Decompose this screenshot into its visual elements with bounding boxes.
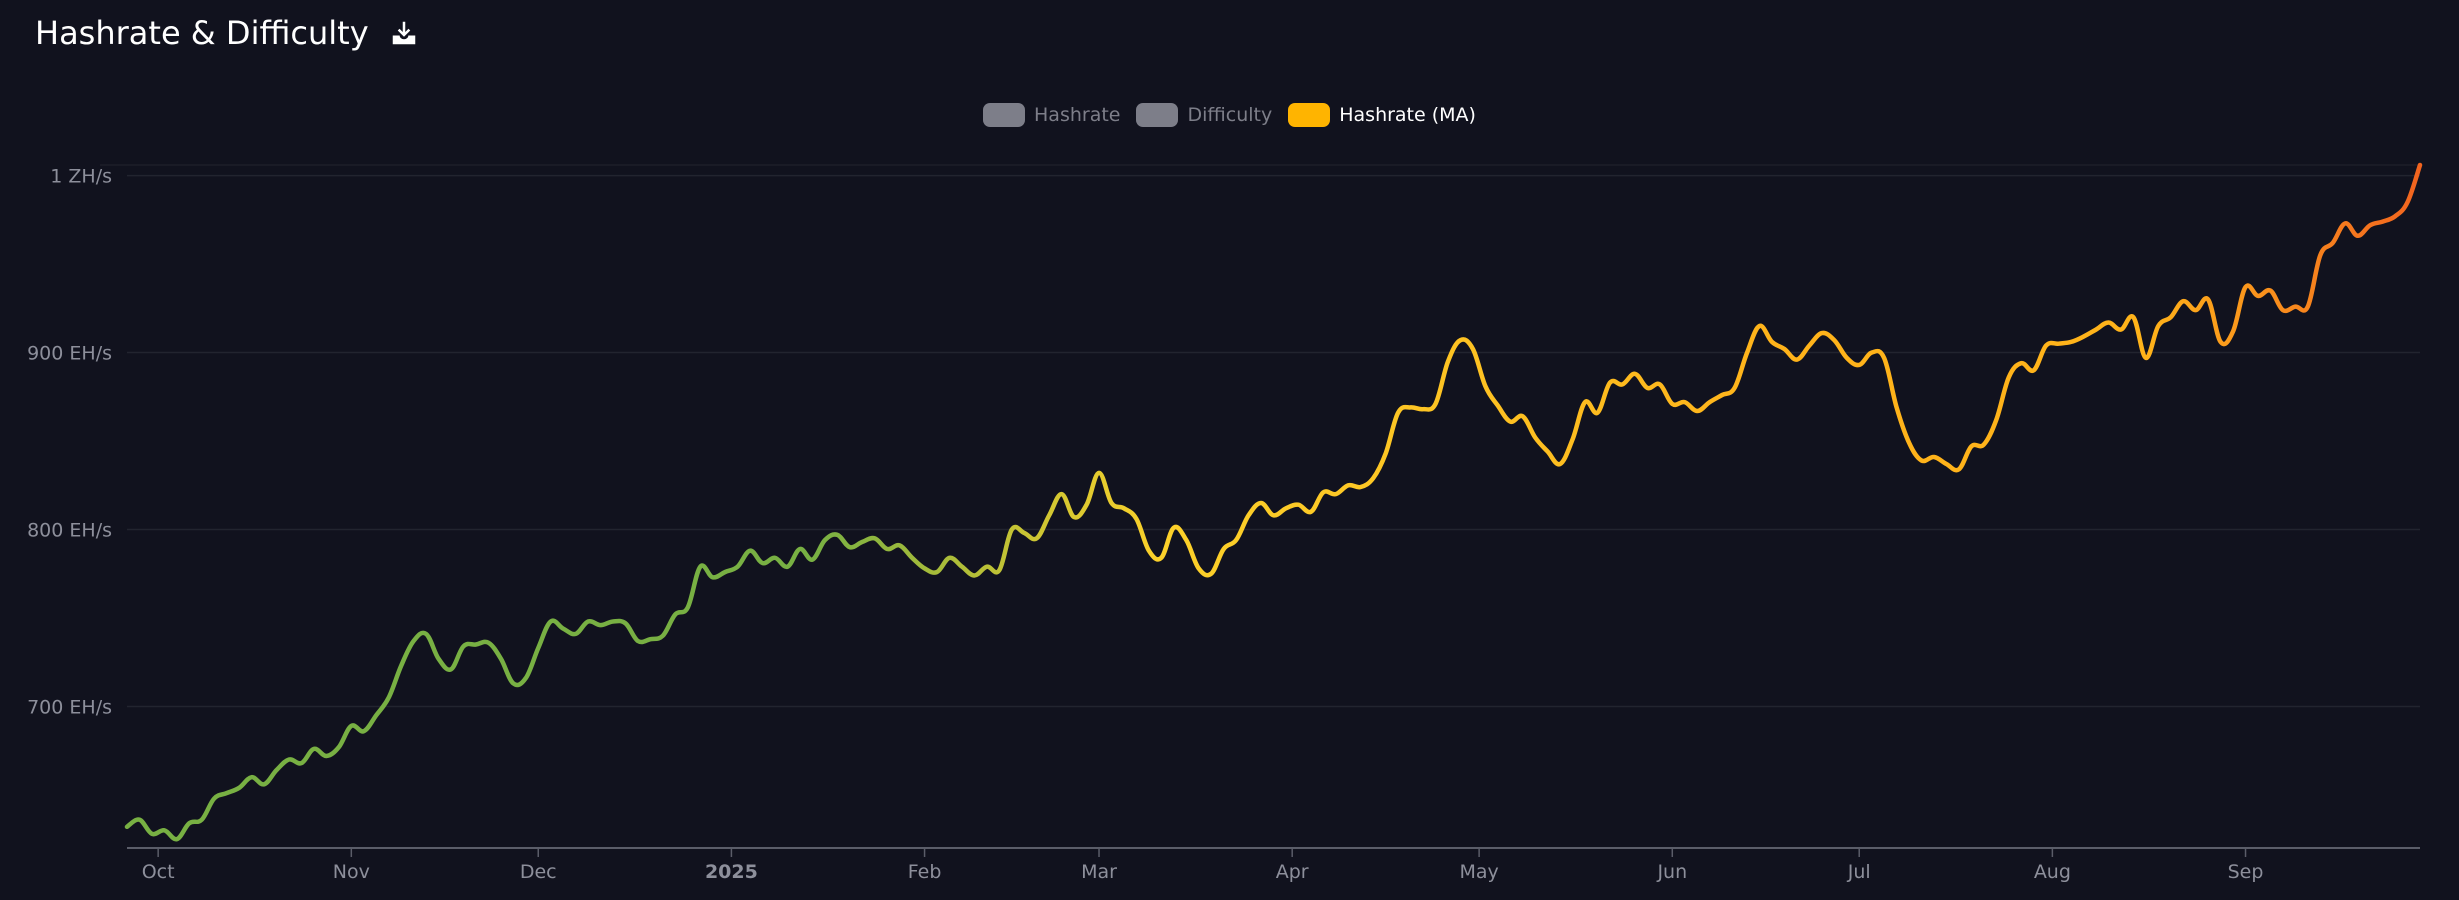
line-layer	[124, 162, 2423, 842]
hashrate-chart: 700 EH/s 800 EH/s 900 EH/s 1 ZH/s Oct Nov Dec 2…	[27, 162, 2423, 883]
x-tick-label: Apr	[1276, 861, 1309, 883]
x-tick-label: Sep	[2228, 861, 2264, 883]
x-tick-label: Dec	[520, 861, 557, 883]
y-tick-label: 800 EH/s	[27, 520, 112, 542]
x-tick-label: Feb	[908, 861, 942, 883]
x-tick-label: 2025	[705, 861, 758, 883]
x-tick-label: May	[1459, 861, 1498, 883]
y-tick-label: 900 EH/s	[27, 343, 112, 365]
x-tick-label: Mar	[1081, 861, 1117, 883]
axis-layer: 700 EH/s 800 EH/s 900 EH/s 1 ZH/s Oct Nov Dec 2…	[27, 166, 2420, 883]
x-tick-label: Jul	[1847, 861, 1871, 883]
x-tick-label: Jun	[1656, 861, 1687, 883]
x-tick-label: Aug	[2034, 861, 2071, 883]
y-tick-label: 1 ZH/s	[50, 166, 112, 188]
x-tick-label: Nov	[333, 861, 370, 883]
y-tick-label: 700 EH/s	[27, 696, 112, 718]
grid-layer	[100, 164, 2420, 708]
series-line-hashrate-ma[interactable]	[124, 162, 2423, 842]
x-tick-label: Oct	[142, 861, 175, 883]
